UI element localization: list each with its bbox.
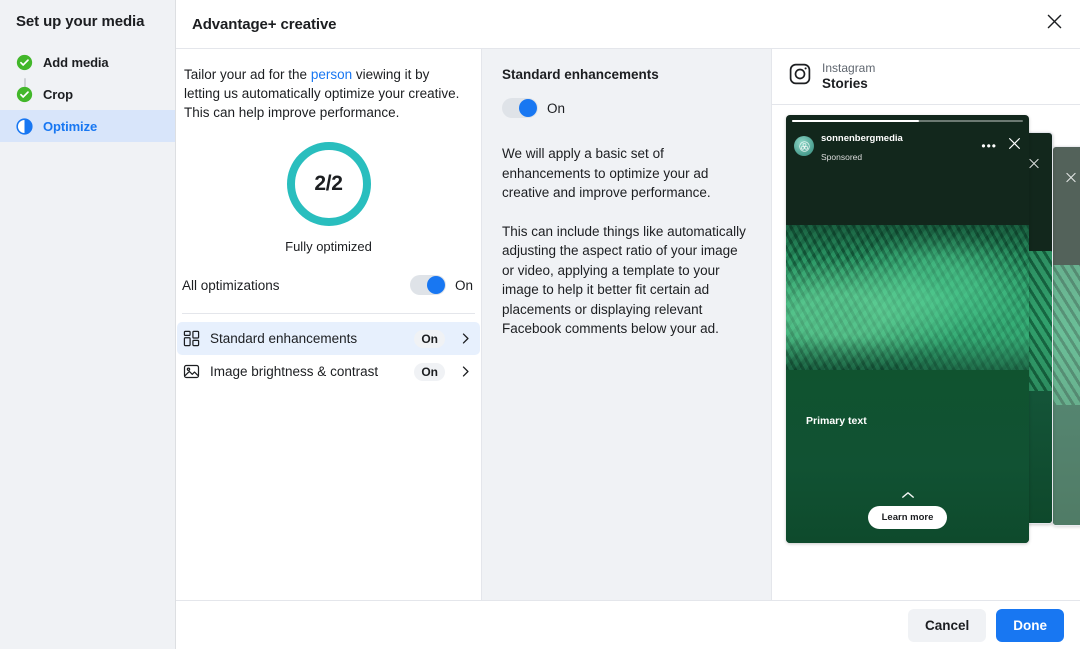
story-card-main[interactable]: sonnenbergmedia Sponsored ••• Primary te… bbox=[786, 115, 1029, 543]
sidebar-item-crop[interactable]: Crop bbox=[0, 78, 175, 110]
description-paragraph: We will apply a basic set of enhancement… bbox=[502, 144, 753, 203]
story-card-photo bbox=[1053, 265, 1080, 405]
story-sponsored-label: Sponsored bbox=[821, 152, 862, 162]
preview-platform-label: Instagram bbox=[822, 61, 875, 76]
ellipsis-icon[interactable]: ••• bbox=[981, 139, 997, 153]
dialog-body: Tailor your ad for the person viewing it… bbox=[176, 49, 1080, 649]
story-cta-area: Learn more bbox=[786, 486, 1029, 529]
preview-surface-label: Stories bbox=[822, 76, 875, 93]
chevron-right-icon bbox=[459, 332, 472, 345]
dialog-header: Advantage+ creative bbox=[176, 0, 1080, 49]
chevron-up-icon bbox=[901, 486, 915, 504]
sidebar-title: Set up your media bbox=[0, 0, 175, 30]
close-icon bbox=[1047, 14, 1062, 34]
sidebar-item-optimize[interactable]: Optimize bbox=[0, 110, 175, 142]
sidebar-item-label: Optimize bbox=[43, 119, 97, 134]
sidebar-steps: Add media Crop Optimize bbox=[0, 46, 175, 142]
all-optimizations-label: All optimizations bbox=[182, 278, 410, 293]
person-link[interactable]: person bbox=[311, 67, 352, 82]
half-circle-icon bbox=[16, 118, 33, 135]
avatar bbox=[794, 136, 814, 156]
dialog-main: Advantage+ creative Tailor your ad for t… bbox=[176, 0, 1080, 649]
close-icon[interactable] bbox=[1008, 137, 1021, 155]
cancel-button[interactable]: Cancel bbox=[908, 609, 986, 642]
story-cta-button[interactable]: Learn more bbox=[868, 506, 948, 529]
optimization-item-standard-enhancements[interactable]: Standard enhancements On bbox=[177, 322, 480, 355]
story-primary-text: Primary text bbox=[806, 415, 867, 427]
description-title: Standard enhancements bbox=[502, 67, 753, 82]
story-progress-bar bbox=[792, 120, 1023, 122]
check-circle-icon bbox=[16, 54, 33, 71]
close-icon bbox=[1066, 170, 1077, 188]
all-optimizations-toggle[interactable] bbox=[410, 275, 446, 295]
optimization-ring-wrap: 2/2 bbox=[176, 139, 481, 229]
toggle-knob bbox=[427, 276, 445, 294]
optimization-status-text: Fully optimized bbox=[176, 239, 481, 254]
panel-divider bbox=[182, 313, 475, 314]
close-icon bbox=[1029, 156, 1040, 174]
optimization-item-label: Standard enhancements bbox=[210, 331, 404, 346]
optimization-item-image-brightness-contrast[interactable]: Image brightness & contrast On bbox=[177, 355, 480, 388]
description-panel: Standard enhancements On We will apply a… bbox=[482, 49, 772, 649]
optimization-count: 2/2 bbox=[284, 139, 374, 229]
optimization-ring: 2/2 bbox=[284, 139, 374, 229]
all-optimizations-row: All optimizations On bbox=[176, 270, 481, 300]
standard-enhancements-toggle-row: On bbox=[502, 98, 753, 118]
story-header: sonnenbergmedia Sponsored ••• bbox=[794, 127, 1021, 165]
ad-preview-panel: Instagram Stories bbox=[772, 49, 1080, 649]
intro-text: Tailor your ad for the person viewing it… bbox=[176, 65, 481, 122]
description-paragraph: This can include things like automatical… bbox=[502, 222, 753, 339]
optimize-panel: Tailor your ad for the person viewing it… bbox=[176, 49, 482, 649]
setup-sidebar: Set up your media Add media Crop bbox=[0, 0, 176, 649]
done-button[interactable]: Done bbox=[996, 609, 1064, 642]
optimization-item-label: Image brightness & contrast bbox=[210, 364, 404, 379]
image-icon bbox=[183, 363, 200, 380]
check-circle-icon bbox=[16, 86, 33, 103]
sidebar-item-label: Add media bbox=[43, 55, 109, 70]
optimization-list: Standard enhancements On bbox=[176, 322, 481, 388]
toggle-knob bbox=[519, 99, 537, 117]
advantage-plus-creative-dialog: Set up your media Add media Crop bbox=[0, 0, 1080, 649]
preview-placement-text: Instagram Stories bbox=[822, 61, 875, 93]
instagram-icon bbox=[788, 62, 812, 91]
page-title: Advantage+ creative bbox=[192, 16, 336, 33]
preview-stage: sonnenbergmedia Sponsored ••• Primary te… bbox=[772, 105, 1080, 601]
sidebar-item-add-media[interactable]: Add media bbox=[0, 46, 175, 78]
preview-header: Instagram Stories bbox=[772, 49, 1080, 105]
dialog-footer: Cancel Done bbox=[176, 600, 1080, 649]
story-account-info: sonnenbergmedia Sponsored bbox=[821, 127, 974, 165]
story-card-lower bbox=[1053, 405, 1080, 525]
optimization-item-state: On bbox=[414, 330, 445, 348]
story-username: sonnenbergmedia bbox=[821, 133, 903, 144]
standard-enhancements-state: On bbox=[547, 101, 565, 116]
template-grid-icon bbox=[183, 330, 200, 347]
story-card-background-2 bbox=[1052, 146, 1080, 526]
story-creative-image bbox=[786, 225, 1029, 370]
standard-enhancements-toggle[interactable] bbox=[502, 98, 538, 118]
sidebar-item-label: Crop bbox=[43, 87, 73, 102]
chevron-right-icon bbox=[459, 365, 472, 378]
optimization-item-state: On bbox=[414, 363, 445, 381]
all-optimizations-state: On bbox=[455, 278, 473, 293]
close-button[interactable] bbox=[1038, 8, 1070, 40]
intro-text-before: Tailor your ad for the bbox=[184, 67, 311, 82]
